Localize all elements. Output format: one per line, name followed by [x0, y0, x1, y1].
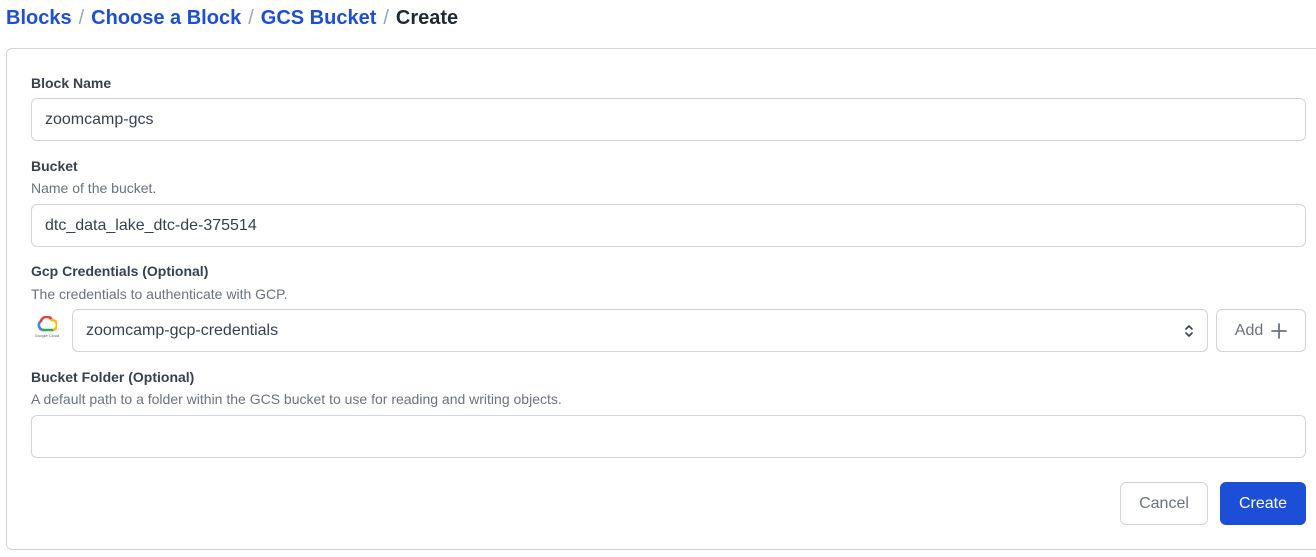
breadcrumb-choose-block[interactable]: Choose a Block	[91, 7, 241, 30]
google-cloud-icon-graphic	[37, 316, 57, 332]
breadcrumb-blocks[interactable]: Blocks	[6, 7, 72, 30]
bucket-folder-input[interactable]	[31, 415, 1306, 458]
bucket-description: Name of the bucket.	[31, 180, 157, 196]
breadcrumb-separator: /	[248, 6, 254, 29]
add-button-label: Add	[1234, 321, 1264, 339]
breadcrumb-current: Create	[395, 6, 459, 29]
gcp-credentials-description: The credentials to authenticate with GCP…	[31, 286, 288, 302]
bucket-input[interactable]	[31, 204, 1306, 247]
gcp-credentials-selected: zoomcamp-gcp-credentials	[86, 321, 279, 339]
chevron-up-down-icon	[1185, 324, 1193, 337]
cancel-button[interactable]: Cancel	[1120, 482, 1208, 525]
plus-icon	[1271, 322, 1288, 339]
bucket-folder-label: Bucket Folder (Optional)	[31, 369, 195, 385]
gcp-credentials-select[interactable]: zoomcamp-gcp-credentials	[72, 309, 1208, 352]
create-button[interactable]: Create	[1220, 482, 1306, 525]
block-name-label: Block Name	[31, 75, 112, 91]
block-name-input[interactable]	[31, 98, 1306, 141]
bucket-folder-description: A default path to a folder within the GC…	[31, 391, 562, 407]
bucket-label: Bucket	[31, 158, 78, 174]
breadcrumb: Blocks / Choose a Block / GCS Bucket / C…	[6, 6, 458, 30]
google-cloud-icon: Google Cloud	[31, 316, 63, 346]
google-cloud-logo-text: Google Cloud	[34, 333, 60, 338]
breadcrumb-separator: /	[383, 6, 389, 29]
breadcrumb-gcs-bucket[interactable]: GCS Bucket	[261, 7, 377, 30]
add-credentials-button[interactable]: Add	[1216, 309, 1306, 352]
breadcrumb-separator: /	[78, 6, 85, 29]
gcp-credentials-label: Gcp Credentials (Optional)	[31, 263, 209, 279]
